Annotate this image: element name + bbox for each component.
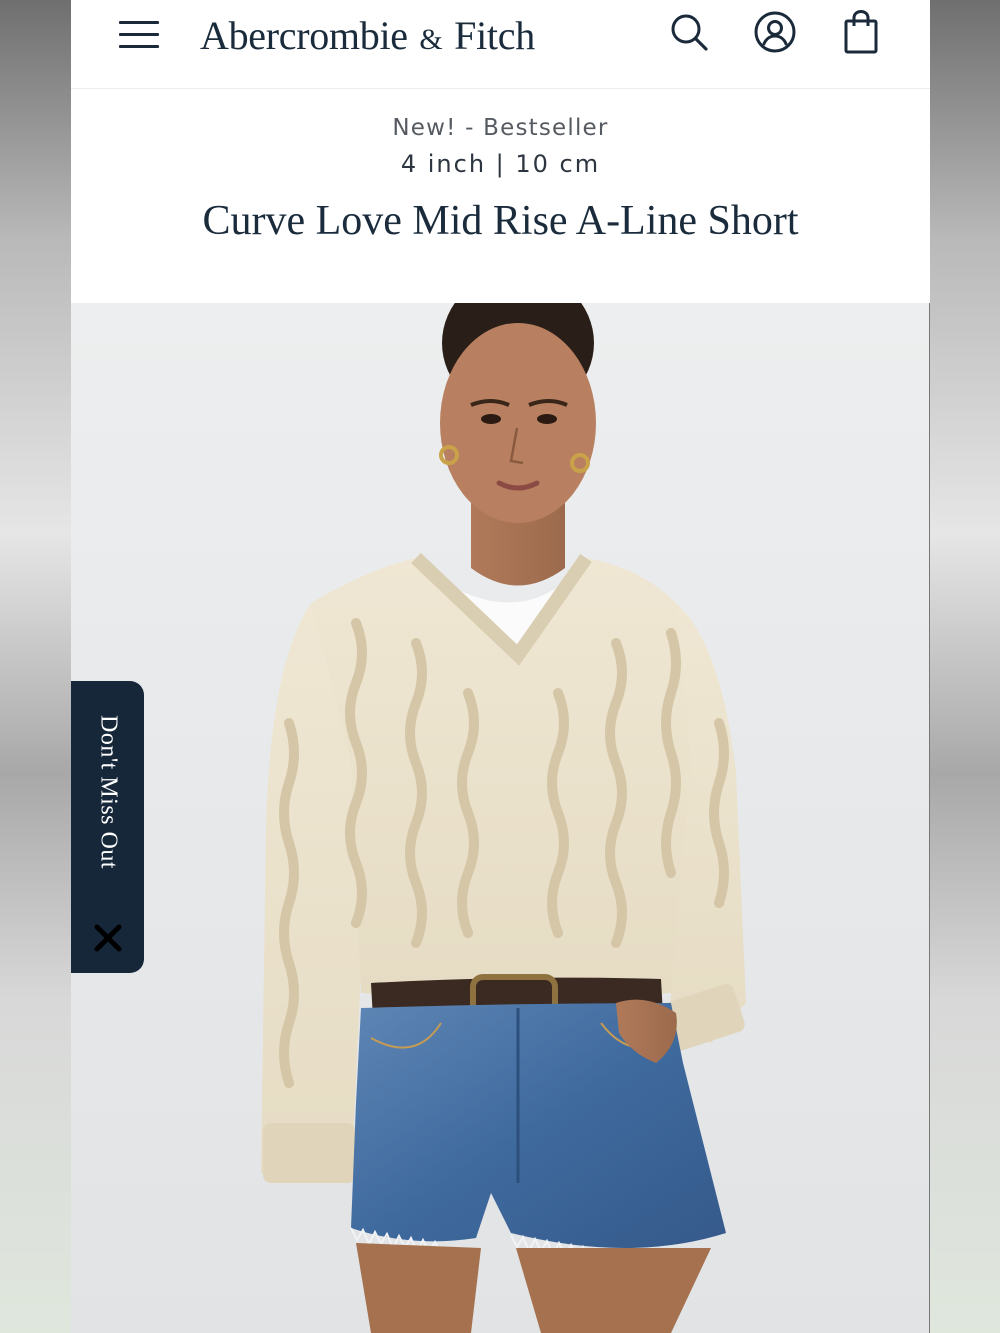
product-heading: New! - Bestseller 4 inch | 10 cm Curve L…	[71, 89, 930, 303]
menu-icon[interactable]	[117, 18, 161, 52]
mobile-viewport: Abercrombie & Fitch New! - Bestseller 4 …	[71, 0, 930, 1333]
brand-ampersand: &	[419, 23, 443, 56]
product-image[interactable]	[71, 303, 930, 1333]
brand-name-last: Fitch	[454, 13, 535, 58]
product-title: Curve Love Mid Rise A-Line Short	[202, 198, 799, 244]
dont-miss-out-tab[interactable]: Don't Miss Out	[71, 681, 144, 973]
brand-logo[interactable]: Abercrombie & Fitch	[200, 12, 535, 59]
brand-name-first: Abercrombie	[200, 13, 408, 58]
account-icon[interactable]	[751, 8, 799, 56]
shopping-bag-icon[interactable]	[837, 8, 885, 56]
close-icon[interactable]	[94, 924, 122, 952]
product-inseam: 4 inch | 10 cm	[400, 150, 601, 178]
search-icon[interactable]	[665, 8, 713, 56]
product-badges: New! - Bestseller	[392, 115, 609, 141]
product-photo-illustration	[261, 303, 746, 1333]
dont-miss-out-label: Don't Miss Out	[95, 715, 122, 870]
site-header: Abercrombie & Fitch	[71, 0, 930, 89]
